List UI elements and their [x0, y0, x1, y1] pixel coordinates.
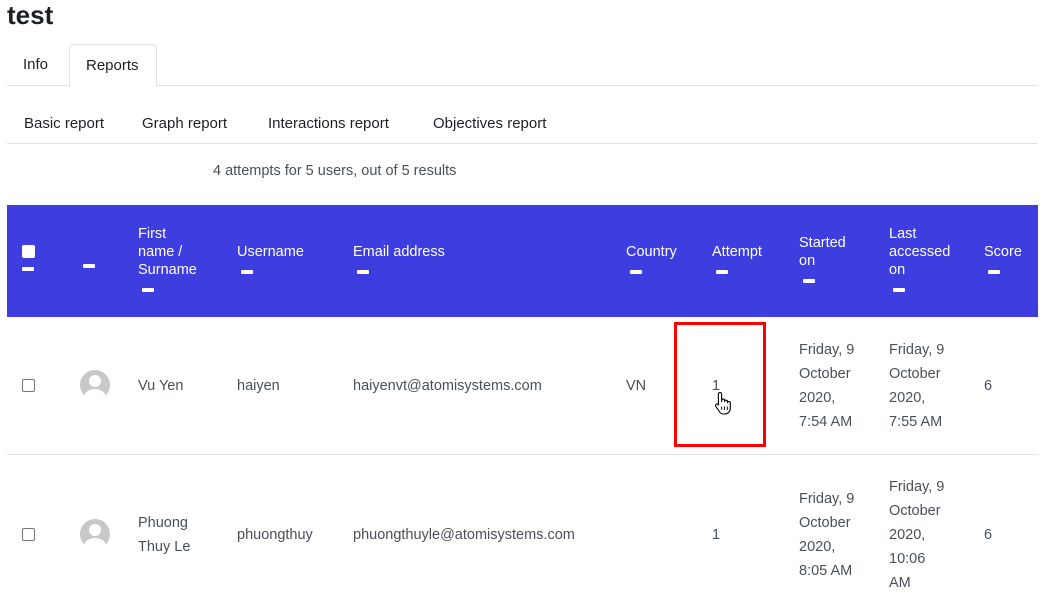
country-collapse-icon[interactable] — [630, 270, 642, 274]
main-tabs: Info Reports — [7, 44, 1038, 87]
email-collapse-icon[interactable] — [357, 270, 369, 274]
last-line: 2020, — [889, 527, 926, 543]
started-line: October — [799, 366, 851, 382]
cell-started-on: Friday, 9 October 2020, 8:05 AM — [799, 487, 854, 583]
table-row: Phuong Thuy Le phuongthuy phuongthuyle@a… — [7, 455, 1038, 608]
attempts-summary: 4 attempts for 5 users, out of 5 results — [213, 163, 457, 179]
header-score-label[interactable]: Score — [984, 243, 1022, 261]
last-accessed-collapse-icon[interactable] — [893, 288, 905, 292]
header-started-on: Started on — [799, 234, 846, 288]
header-email-label[interactable]: Email address — [353, 243, 445, 261]
select-all-checkbox[interactable] — [22, 245, 35, 258]
header-started-line1[interactable]: Started — [799, 234, 846, 252]
cell-username: haiyen — [237, 378, 280, 394]
page-title: test — [7, 0, 54, 30]
last-line: AM — [889, 575, 911, 591]
last-line: 2020, — [889, 390, 926, 406]
hand-pointer-icon — [714, 391, 731, 415]
subtab-interactions-report[interactable]: Interactions report — [268, 104, 389, 144]
report-subtabs: Basic report Graph report Interactions r… — [7, 104, 1038, 144]
cell-started-on: Friday, 9 October 2020, 7:54 AM — [799, 338, 854, 434]
started-line: 8:05 AM — [799, 563, 853, 579]
last-line: 7:55 AM — [889, 414, 943, 430]
attempt-collapse-icon[interactable] — [716, 270, 728, 274]
subtab-objectives-report[interactable]: Objectives report — [433, 104, 546, 144]
header-name-line1[interactable]: First — [138, 225, 197, 243]
last-line: Friday, 9 — [889, 479, 945, 495]
header-last-line3[interactable]: on — [889, 261, 950, 279]
highlight-box — [674, 322, 766, 447]
last-line: October — [889, 503, 941, 519]
header-name: First name / Surname — [138, 225, 197, 297]
header-email: Email address — [353, 243, 445, 279]
header-last-accessed: Last accessed on — [889, 225, 950, 297]
header-last-line1[interactable]: Last — [889, 225, 950, 243]
tab-info[interactable]: Info — [7, 44, 69, 86]
username-collapse-icon[interactable] — [241, 270, 253, 274]
score-collapse-icon[interactable] — [988, 270, 1000, 274]
table-row: Vu Yen haiyen haiyenvt@atomisystems.com … — [7, 317, 1038, 455]
started-line: October — [799, 515, 851, 531]
header-name-line2[interactable]: name / — [138, 243, 197, 261]
header-username-label[interactable]: Username — [237, 243, 304, 261]
header-started-line2[interactable]: on — [799, 252, 846, 270]
cell-last-accessed: Friday, 9 October 2020, 10:06 AM — [889, 475, 944, 595]
started-line: Friday, 9 — [799, 342, 855, 358]
header-last-line2[interactable]: accessed — [889, 243, 950, 261]
name-line[interactable]: Phuong — [138, 511, 190, 535]
table-header: First name / Surname Username Email addr… — [7, 205, 1038, 317]
subtab-basic-report[interactable]: Basic report — [24, 104, 104, 144]
header-select-all — [22, 245, 35, 276]
cell-attempt[interactable]: 1 — [712, 523, 720, 547]
select-all-collapse-icon[interactable] — [22, 267, 34, 271]
cell-email: phuongthuyle@atomisystems.com — [353, 527, 575, 543]
started-collapse-icon[interactable] — [803, 279, 815, 283]
tab-reports[interactable]: Reports — [69, 44, 157, 87]
header-picture — [83, 255, 95, 273]
header-attempt-label[interactable]: Attempt — [712, 243, 762, 261]
started-line: 7:54 AM — [799, 414, 853, 430]
cell-name[interactable]: Vu Yen — [138, 374, 183, 398]
picture-collapse-icon[interactable] — [83, 264, 95, 268]
cell-country: VN — [626, 378, 647, 394]
subtab-graph-report[interactable]: Graph report — [142, 104, 227, 144]
started-line: Friday, 9 — [799, 491, 855, 507]
cell-last-accessed: Friday, 9 October 2020, 7:55 AM — [889, 338, 944, 434]
header-name-line3[interactable]: Surname — [138, 261, 197, 279]
cell-name[interactable]: Phuong Thuy Le — [138, 511, 190, 559]
started-line: 2020, — [799, 539, 836, 555]
header-country-label[interactable]: Country — [626, 243, 677, 261]
cell-score: 6 — [984, 527, 993, 543]
cell-username: phuongthuy — [237, 527, 313, 543]
cell-score: 6 — [984, 378, 993, 394]
started-line: 2020, — [799, 390, 836, 406]
header-username: Username — [237, 243, 304, 279]
last-line: Friday, 9 — [889, 342, 945, 358]
header-attempt: Attempt — [712, 243, 762, 279]
avatar[interactable] — [80, 519, 110, 549]
avatar[interactable] — [80, 370, 110, 400]
header-score: Score — [984, 243, 1022, 279]
row-select-checkbox[interactable] — [22, 528, 35, 541]
name-line[interactable]: Thuy Le — [138, 535, 190, 559]
last-line: 10:06 — [889, 551, 926, 567]
header-country: Country — [626, 243, 677, 279]
last-line: October — [889, 366, 941, 382]
name-collapse-icon[interactable] — [142, 288, 154, 292]
cell-email: haiyenvt@atomisystems.com — [353, 378, 542, 394]
row-select-checkbox[interactable] — [22, 379, 35, 392]
